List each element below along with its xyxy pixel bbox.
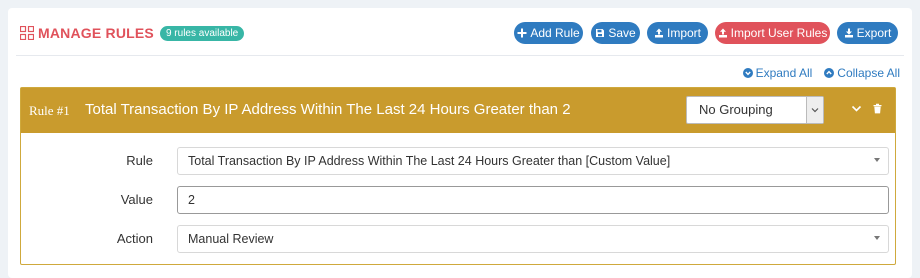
page-title: MANAGE RULES bbox=[38, 25, 154, 41]
save-button[interactable]: Save bbox=[591, 22, 640, 44]
rule-title: Total Transaction By IP Address Within T… bbox=[85, 101, 571, 118]
rule-label: Rule bbox=[126, 153, 153, 168]
chevron-up-circle-icon bbox=[824, 68, 835, 78]
add-rule-label: Add Rule bbox=[530, 26, 580, 40]
action-select-value: Manual Review bbox=[188, 232, 274, 246]
action-select[interactable]: Manual Review bbox=[177, 225, 889, 253]
plus-icon bbox=[517, 28, 527, 38]
chevron-down-icon bbox=[806, 97, 823, 123]
rule-header[interactable]: Rule #1 Total Transaction By IP Address … bbox=[21, 88, 895, 133]
import-button[interactable]: Import bbox=[647, 22, 708, 44]
save-icon bbox=[596, 29, 605, 37]
trash-icon[interactable] bbox=[872, 103, 883, 114]
save-label: Save bbox=[608, 26, 636, 40]
value-label: Value bbox=[120, 192, 153, 207]
rule-select-value: Total Transaction By IP Address Within T… bbox=[188, 154, 671, 168]
value-input[interactable]: 2 bbox=[177, 186, 889, 214]
rules-count-badge: 9 rules available bbox=[159, 25, 245, 41]
panel-header: MANAGE RULES 9 rules available Add Rule … bbox=[8, 8, 912, 56]
value-row: Value 2 bbox=[21, 186, 895, 214]
rule-header-actions bbox=[851, 103, 883, 114]
expand-all-label: Expand All bbox=[755, 66, 813, 80]
action-row: Action Manual Review bbox=[21, 225, 895, 253]
import-label: Import bbox=[666, 26, 701, 40]
expand-all-link[interactable]: Expand All bbox=[742, 66, 813, 80]
download-icon bbox=[844, 28, 853, 38]
grouping-value: No Grouping bbox=[699, 102, 773, 117]
action-label: Action bbox=[116, 231, 153, 246]
export-button[interactable]: Export bbox=[837, 22, 898, 44]
collapse-all-link[interactable]: Collapse All bbox=[824, 66, 900, 80]
header-divider bbox=[16, 55, 904, 56]
rule-number: Rule #1 bbox=[29, 103, 70, 118]
title-group: MANAGE RULES 9 rules available bbox=[20, 25, 245, 41]
value-input-text: 2 bbox=[188, 193, 195, 207]
import-user-rules-button[interactable]: Import User Rules bbox=[715, 22, 830, 44]
add-rule-button[interactable]: Add Rule bbox=[514, 22, 583, 44]
grid-icon bbox=[20, 26, 34, 40]
import-user-rules-label: Import User Rules bbox=[730, 26, 828, 40]
manage-rules-panel: MANAGE RULES 9 rules available Add Rule … bbox=[8, 8, 912, 278]
rule-row: Rule Total Transaction By IP Address Wit… bbox=[21, 147, 895, 175]
upload-icon bbox=[718, 28, 727, 38]
export-label: Export bbox=[856, 26, 892, 40]
upload-icon bbox=[654, 28, 663, 38]
caret-down-icon bbox=[874, 236, 880, 240]
rule-select[interactable]: Total Transaction By IP Address Within T… bbox=[177, 147, 889, 175]
chevron-down-icon[interactable] bbox=[851, 103, 862, 114]
rule-card: Rule #1 Total Transaction By IP Address … bbox=[20, 87, 896, 265]
caret-down-icon bbox=[874, 158, 880, 162]
collapse-all-label: Collapse All bbox=[837, 66, 900, 80]
expand-collapse-controls: Expand All Collapse All bbox=[742, 66, 900, 80]
chevron-down-circle-icon bbox=[742, 68, 753, 78]
grouping-select[interactable]: No Grouping bbox=[686, 96, 824, 124]
